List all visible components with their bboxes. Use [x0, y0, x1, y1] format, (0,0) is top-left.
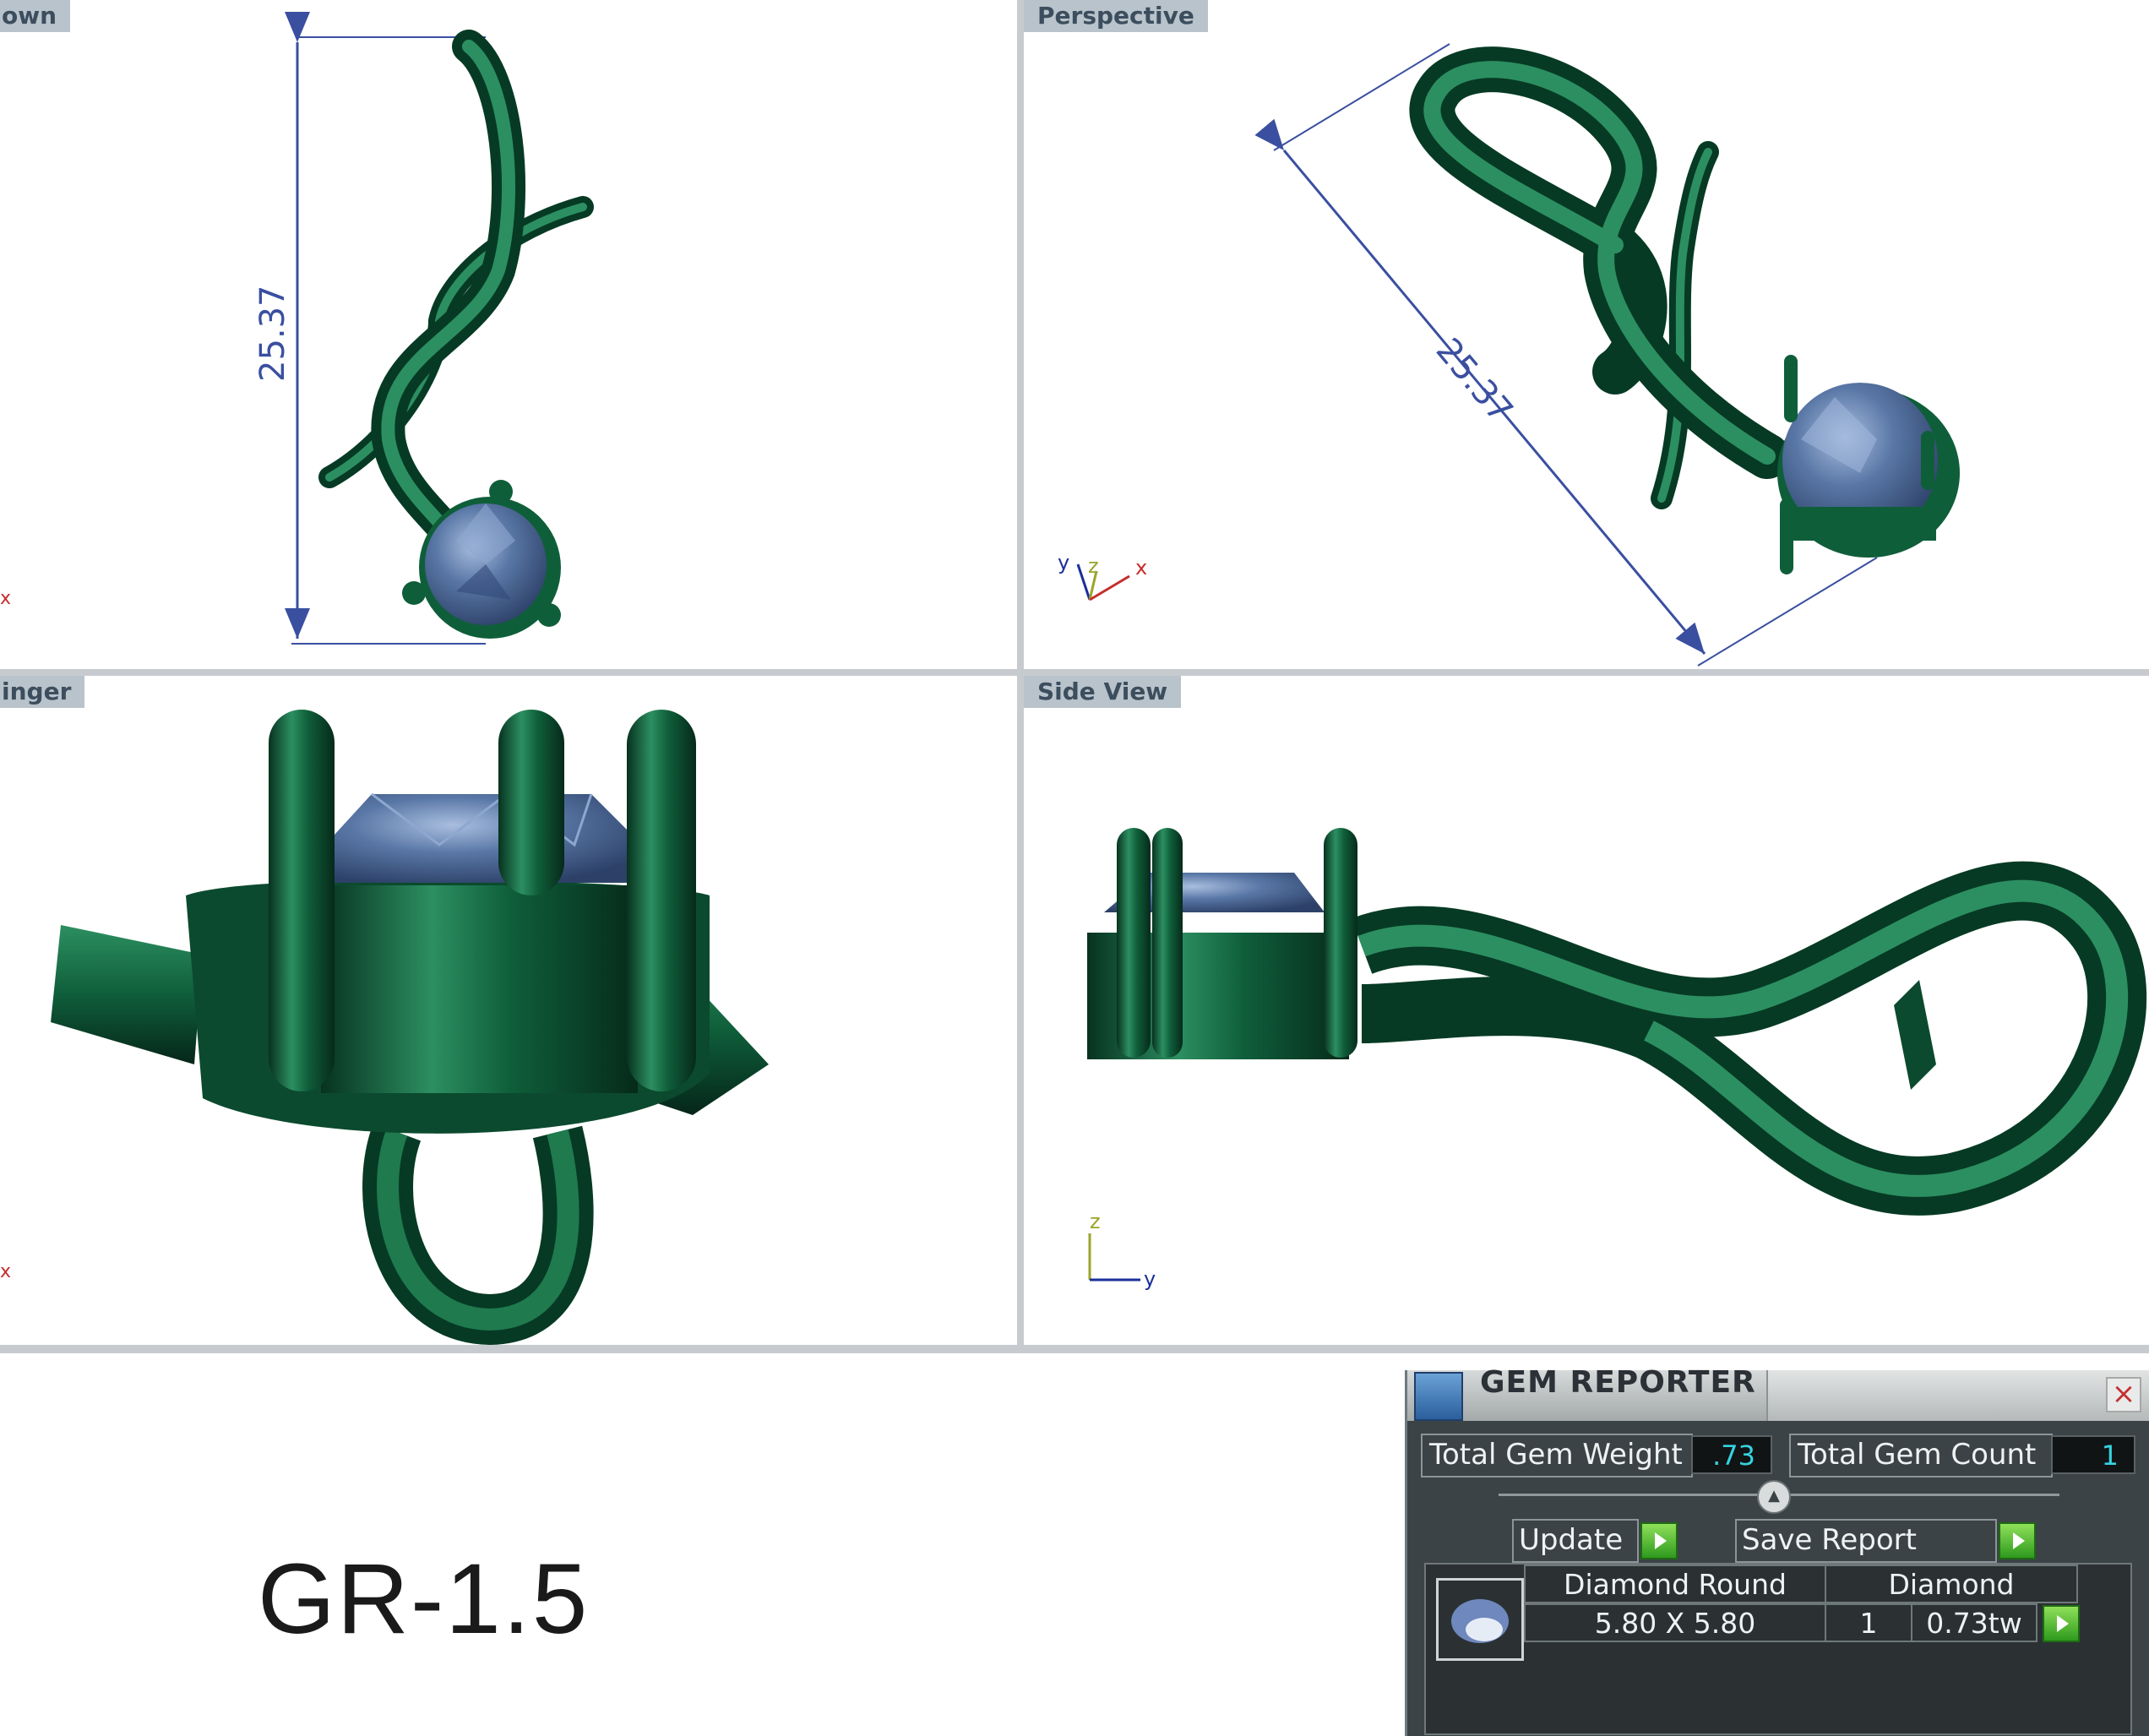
- slider-knob-icon[interactable]: ▲: [1757, 1480, 1791, 1514]
- viewport-label-top[interactable]: own: [0, 0, 71, 32]
- total-gem-weight-label: Total Gem Weight: [1421, 1434, 1693, 1478]
- play-icon[interactable]: [1640, 1522, 1678, 1559]
- side-view-render: [1087, 828, 2147, 1282]
- svg-text:x: x: [0, 1261, 11, 1282]
- round-gem-icon: [1436, 1578, 1524, 1661]
- viewport-perspective[interactable]: Perspective 25.37 y z x: [1024, 0, 2149, 669]
- viewport-front[interactable]: inger x: [0, 676, 1017, 1345]
- gem-reporter-tab[interactable]: GEM REPORTER: [1407, 1365, 1768, 1421]
- part-number: GR-1.5: [258, 1543, 590, 1655]
- dimension-label-top: 25.37: [253, 285, 292, 382]
- divider-horizontal-bottom[interactable]: [0, 1345, 2149, 1353]
- axis-label-y: y: [1058, 551, 1070, 574]
- gem-count: 1: [1825, 1603, 1912, 1642]
- viewport-label-front[interactable]: inger: [0, 676, 85, 708]
- axis-label-y-side: y: [1144, 1267, 1156, 1291]
- play-icon[interactable]: [1999, 1522, 2036, 1559]
- gem-reporter-titlebar[interactable]: GEM REPORTER ×: [1407, 1365, 2149, 1421]
- perspective-view-render: [1076, 43, 1960, 667]
- close-icon[interactable]: ×: [2106, 1377, 2141, 1412]
- play-icon[interactable]: [2043, 1605, 2080, 1642]
- update-button[interactable]: Update: [1512, 1519, 1639, 1563]
- viewport-side[interactable]: Side View z y: [1024, 676, 2149, 1345]
- gem-shape: Diamond Round: [1524, 1565, 1826, 1603]
- viewport-top[interactable]: own x 25.37: [0, 0, 1017, 669]
- viewport-label-side[interactable]: Side View: [1024, 676, 1182, 708]
- axis-label-x: x: [1135, 556, 1148, 580]
- divider-horizontal-mid[interactable]: [0, 669, 2149, 676]
- front-view-render: x: [0, 710, 769, 1345]
- top-view-render: x: [0, 12, 594, 645]
- axis-label-z: z: [1088, 554, 1099, 578]
- total-gem-weight-value: .73: [1691, 1435, 1772, 1474]
- update-button-label: Update: [1519, 1523, 1624, 1557]
- total-gem-count-label: Total Gem Count: [1789, 1434, 2053, 1478]
- gem-reporter-title: GEM REPORTER: [1480, 1365, 1756, 1400]
- gem-weight: 0.73tw: [1911, 1603, 2037, 1642]
- save-report-button-label: Save Report: [1742, 1523, 1917, 1557]
- gem-size: 5.80 X 5.80: [1524, 1603, 1826, 1642]
- axis-label-z-side: z: [1090, 1210, 1101, 1233]
- viewport-label-perspective[interactable]: Perspective: [1024, 0, 1208, 32]
- gem-reporter-app-icon: [1414, 1372, 1463, 1421]
- save-report-button[interactable]: Save Report: [1735, 1519, 1997, 1563]
- svg-text:x: x: [0, 588, 11, 609]
- total-gem-count-value: 1: [2051, 1435, 2135, 1474]
- gem-type: Diamond: [1825, 1565, 2078, 1603]
- gem-list: Diamond Round Diamond 5.80 X 5.80 1 0.73…: [1424, 1563, 2132, 1735]
- gem-reporter-panel: GEM REPORTER × Total Gem Weight .73 Tota…: [1405, 1365, 2149, 1736]
